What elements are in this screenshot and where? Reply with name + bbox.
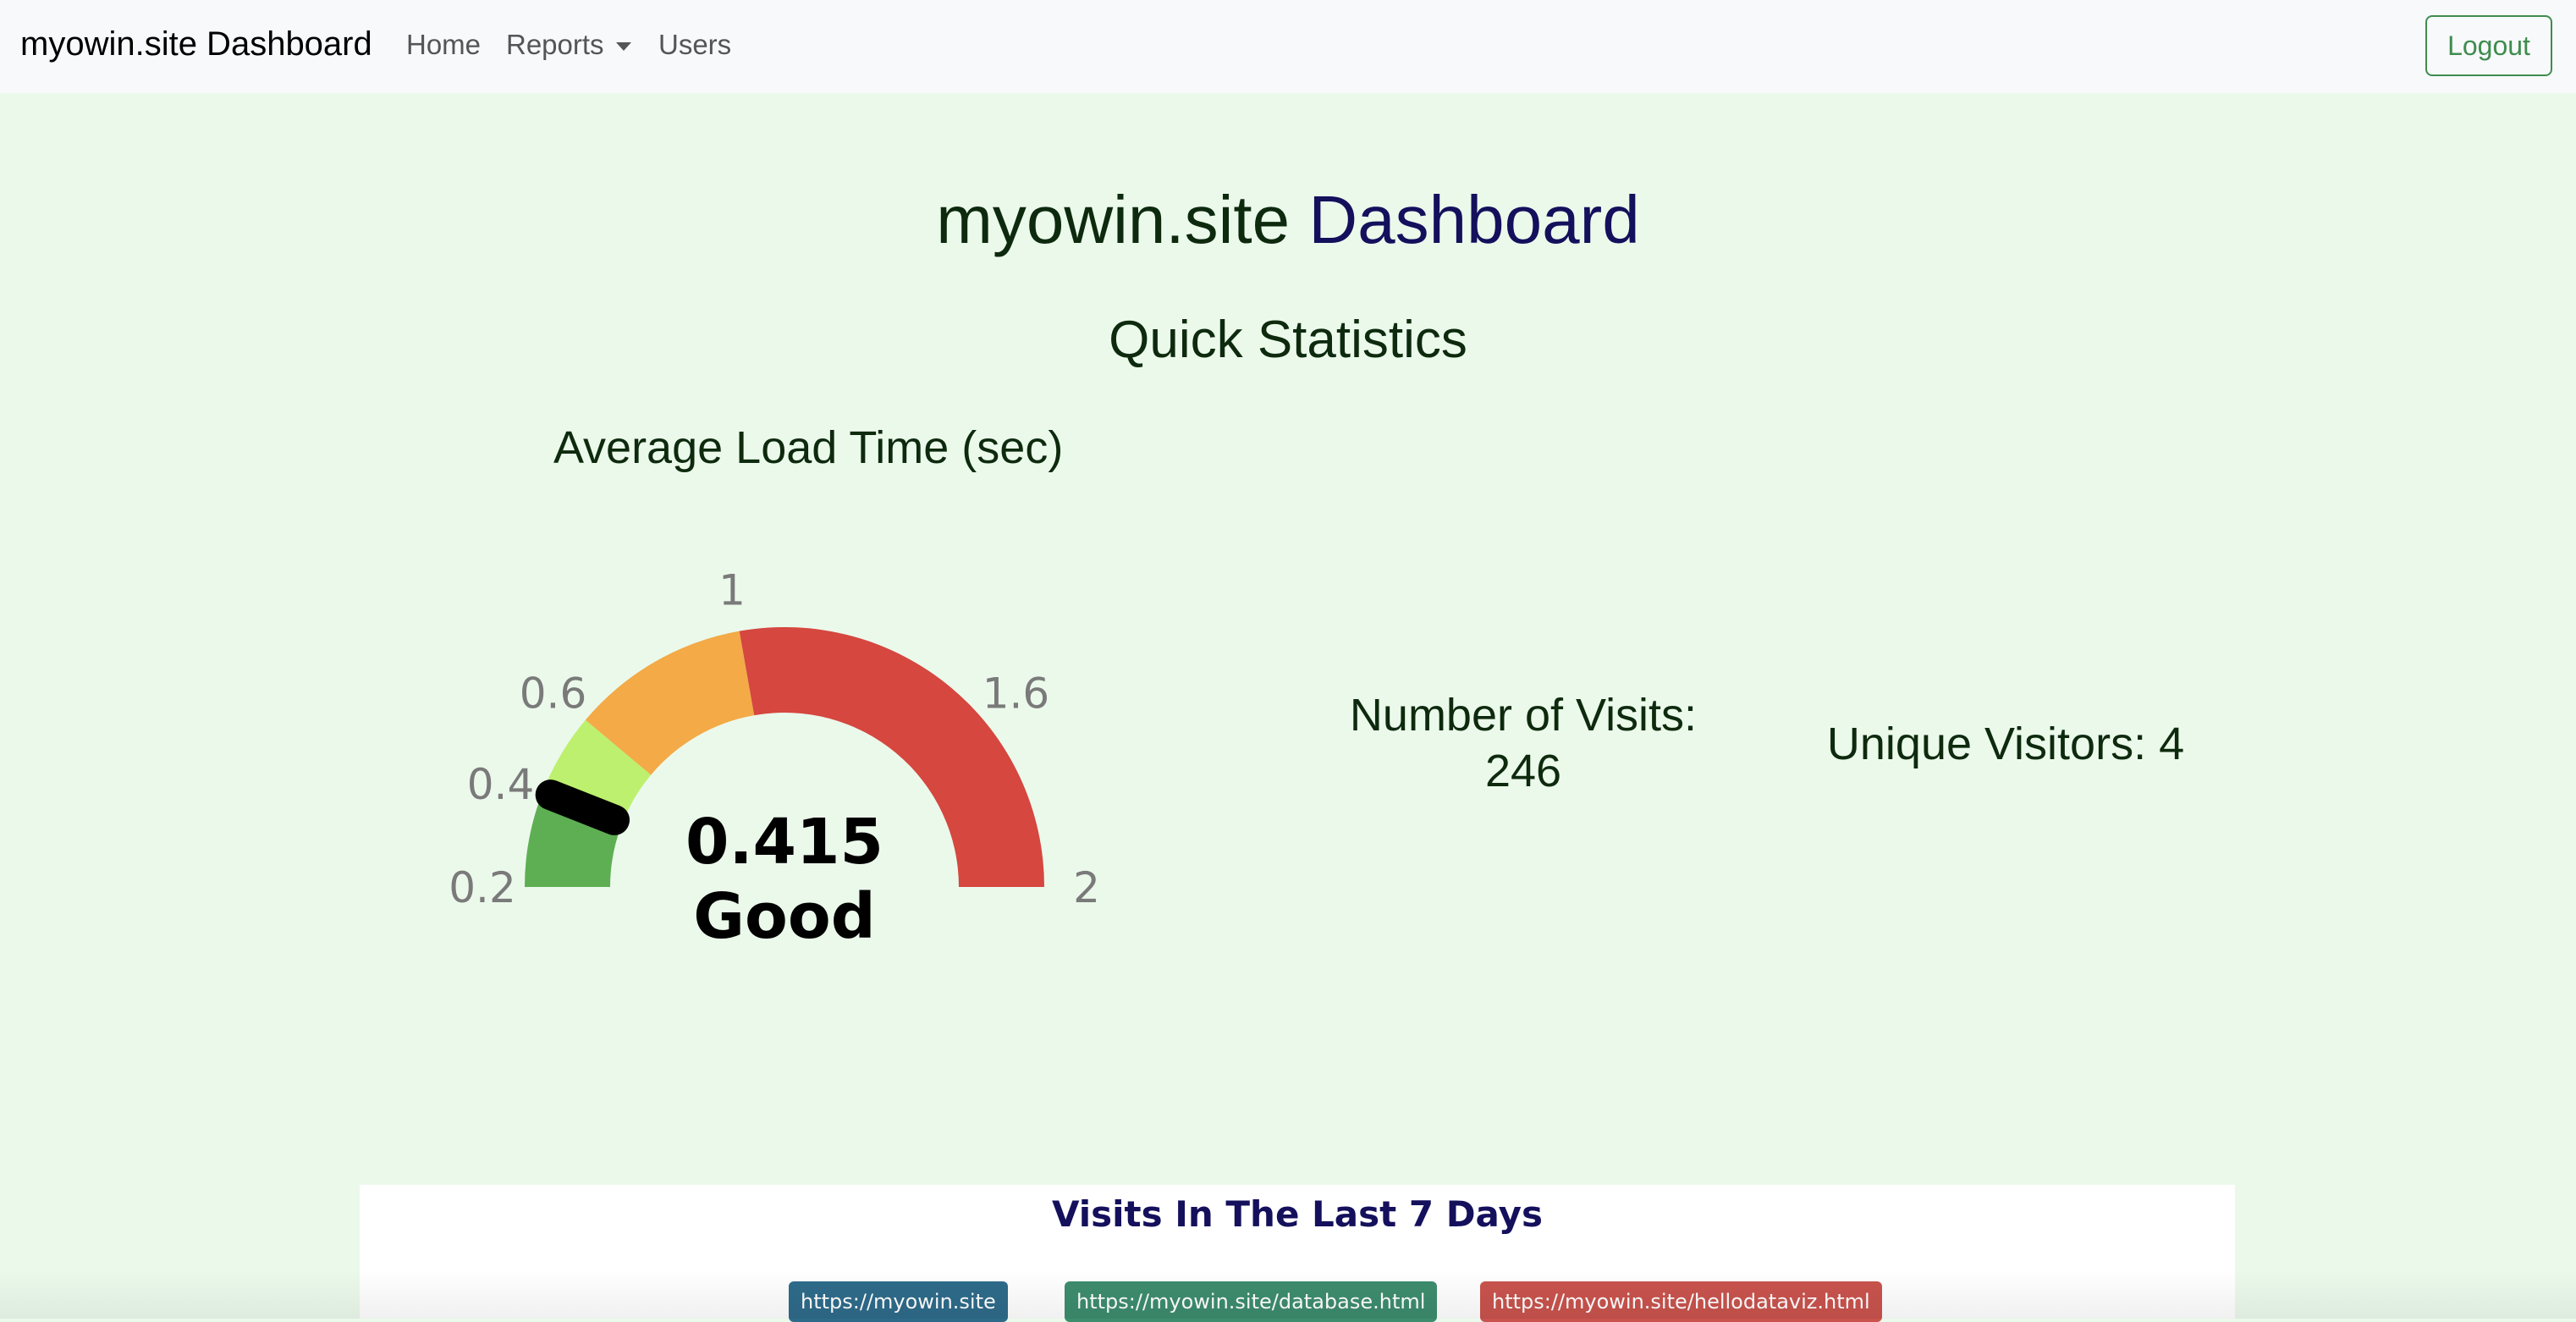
- chart-title: Visits In The Last 7 Days: [1051, 1193, 1543, 1235]
- stat-unique-visitors: Unique Visitors: 4: [1826, 719, 2185, 769]
- gauge-tick-label: 1.6: [983, 669, 1050, 719]
- gauge-tick-label: 2: [1073, 863, 1100, 912]
- gauge-value: 0.415: [685, 806, 883, 879]
- legend-item-hellodataviz[interactable]: https://myowin.site/hellodataviz.html: [1480, 1281, 1882, 1322]
- gauge-title: Average Load Time (sec): [553, 422, 1064, 473]
- visits-label: Number of Visits:: [1349, 690, 1698, 741]
- nav-link-home[interactable]: Home: [406, 29, 481, 61]
- legend-item-home[interactable]: https://myowin.site: [789, 1281, 1008, 1322]
- nav-dropdown-reports[interactable]: Reports: [506, 29, 631, 61]
- section-title: Quick Statistics: [1109, 311, 1467, 369]
- nav-link-users[interactable]: Users: [658, 29, 731, 61]
- stat-number-of-visits: Number of Visits: 246: [1320, 687, 1726, 799]
- caret-down-icon: [615, 42, 631, 52]
- logout-button[interactable]: Logout: [2425, 15, 2552, 76]
- page-title-dashboard: Dashboard: [1308, 182, 1640, 257]
- visits-chart-panel: Visits In The Last 7 Days https://myowin…: [360, 1185, 2235, 1322]
- gauge-tick-label: 0.4: [467, 760, 535, 809]
- page-title-site: myowin.site: [936, 182, 1291, 257]
- load-time-gauge: 0.2 0.4 0.6 1 1.6 2 0.415 Good: [449, 565, 1100, 953]
- nav-link-reports-label: Reports: [506, 29, 604, 60]
- navbar: myowin.site Dashboard Home Reports Users…: [0, 0, 2576, 93]
- gauge-tick-label: 1: [718, 565, 746, 614]
- navbar-brand[interactable]: myowin.site Dashboard: [20, 25, 372, 63]
- gauge-tick-label: 0.6: [520, 669, 587, 719]
- visits-value: 246: [1484, 746, 1562, 796]
- page-title: myowin.site Dashboard: [0, 181, 2576, 259]
- legend-item-database[interactable]: https://myowin.site/database.html: [1065, 1281, 1438, 1322]
- gauge-tick-label: 0.2: [449, 863, 516, 912]
- gauge-rating: Good: [693, 880, 875, 953]
